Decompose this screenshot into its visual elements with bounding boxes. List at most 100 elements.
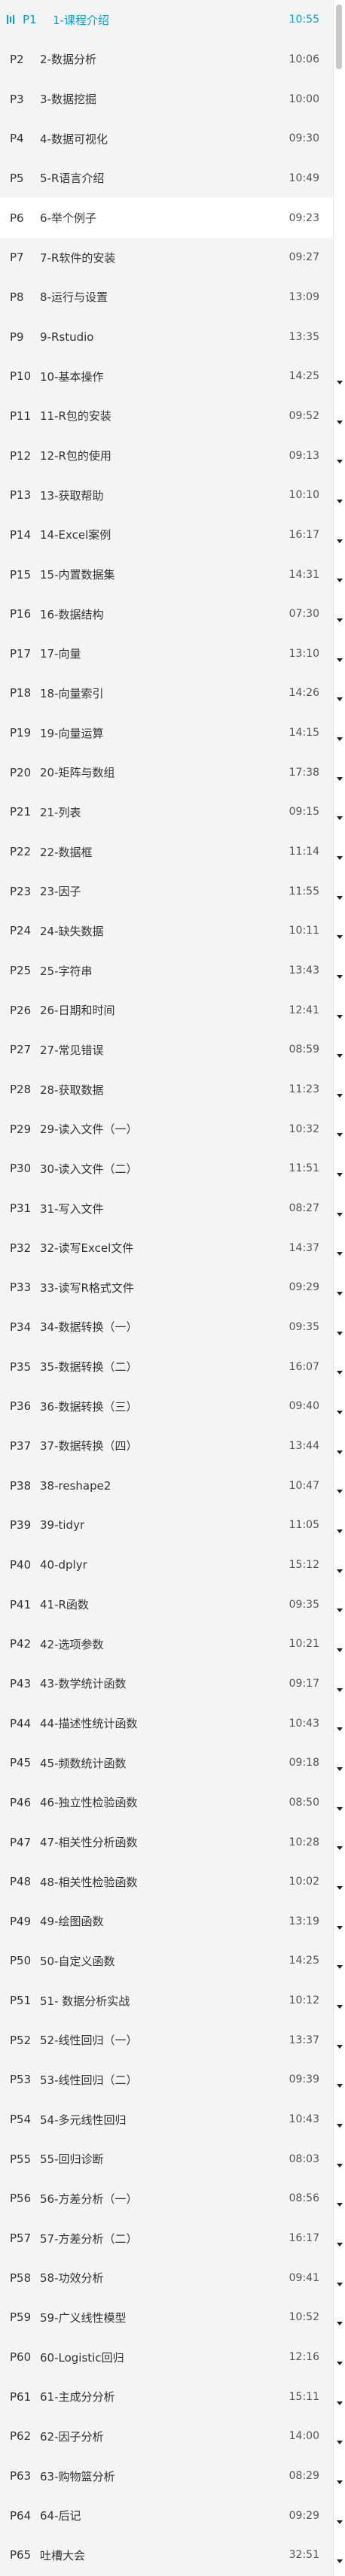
episode-item[interactable]: P6 6-举个例子 09:23: [0, 198, 333, 238]
episode-item[interactable]: P54 54-多元线性回归 10:43: [0, 2100, 333, 2140]
episode-title: 21-列表: [40, 805, 81, 819]
episode-item[interactable]: P58 58-功效分析 09:41: [0, 2258, 333, 2298]
episode-item[interactable]: P63 63-购物篮分析 08:29: [0, 2456, 333, 2496]
episode-item[interactable]: P39 39-tidyr 11:05: [0, 1505, 333, 1545]
episode-title: 34-数据转换（一）: [40, 1320, 138, 1335]
episode-number: P50: [10, 1954, 32, 1968]
episode-item[interactable]: P64 64-后记 09:29: [0, 2496, 333, 2535]
episode-item[interactable]: P49 49-绘图函数 13:19: [0, 1902, 333, 1942]
episode-item[interactable]: P34 34-数据转换（一） 09:35: [0, 1308, 333, 1347]
episode-number: P22: [10, 845, 32, 859]
scrollbar-track[interactable]: [333, 0, 345, 2576]
episode-item[interactable]: P35 35-数据转换（二） 16:07: [0, 1347, 333, 1387]
episode-item[interactable]: P37 37-数据转换（四） 13:44: [0, 1426, 333, 1466]
episode-item[interactable]: P15 15-内置数据集 14:31: [0, 554, 333, 594]
episode-item[interactable]: P5 5-R语言介绍 10:49: [0, 159, 333, 199]
episode-item[interactable]: P57 57-方差分析（二） 16:17: [0, 2219, 333, 2259]
episode-title: 16-数据结构: [40, 607, 104, 621]
episode-item[interactable]: P53 53-线性回归（二） 09:39: [0, 2060, 333, 2100]
episode-item[interactable]: P26 26-日期和时间 12:41: [0, 990, 333, 1030]
episode-number: P47: [10, 1835, 32, 1849]
episode-item[interactable]: P1 1-课程介绍 10:55: [0, 0, 333, 40]
episode-duration: 10:32: [289, 1122, 319, 1135]
episode-item[interactable]: P20 20-矩阵与数组 17:38: [0, 752, 333, 792]
episode-item[interactable]: P45 45-频数统计函数 09:18: [0, 1743, 333, 1783]
episode-item[interactable]: P47 47-相关性分析函数 10:28: [0, 1822, 333, 1862]
episode-item[interactable]: P46 46-独立性检验函数 08:50: [0, 1783, 333, 1823]
episode-item[interactable]: P23 23-因子 11:55: [0, 871, 333, 911]
episode-item[interactable]: P18 18-向量索引 14:26: [0, 673, 333, 713]
episode-item[interactable]: P40 40-dplyr 15:12: [0, 1545, 333, 1585]
episode-item[interactable]: P44 44-描述性统计函数 10:43: [0, 1703, 333, 1743]
episode-item[interactable]: P31 31-写入文件 08:27: [0, 1189, 333, 1229]
episode-number: P65: [10, 2548, 32, 2562]
episode-item[interactable]: P30 30-读入文件（二） 11:51: [0, 1149, 333, 1189]
episode-item[interactable]: P4 4-数据可视化 09:30: [0, 119, 333, 159]
caret-down-icon: [337, 1173, 343, 1177]
episode-item[interactable]: P11 11-R包的安装 09:52: [0, 396, 333, 436]
episode-item[interactable]: P22 22-数据框 11:14: [0, 832, 333, 872]
episode-number: P53: [10, 2073, 32, 2087]
episode-item[interactable]: P51 51- 数据分析实战 10:12: [0, 1981, 333, 2021]
caret-down-icon: [337, 2282, 343, 2286]
episode-duration: 10:11: [289, 925, 319, 937]
episode-item[interactable]: P12 12-R包的使用 09:13: [0, 436, 333, 475]
episode-item[interactable]: P61 61-主成分分析 15:11: [0, 2377, 333, 2417]
episode-item[interactable]: P43 43-数学统计函数 09:17: [0, 1664, 333, 1704]
episode-item[interactable]: P50 50-自定义函数 14:25: [0, 1941, 333, 1981]
episode-item[interactable]: P3 3-数据挖掘 10:00: [0, 79, 333, 119]
episode-item[interactable]: P65 吐槽大会 32:51: [0, 2535, 333, 2575]
episode-number: P60: [10, 2350, 32, 2365]
episode-item[interactable]: P38 38-reshape2 10:47: [0, 1466, 333, 1505]
episode-item[interactable]: P24 24-缺失数据 10:11: [0, 911, 333, 951]
episode-item[interactable]: P36 36-数据转换（三） 09:40: [0, 1387, 333, 1426]
episode-title: 43-数学统计函数: [40, 1677, 127, 1691]
episode-duration: 10:55: [289, 14, 319, 26]
episode-duration: 15:12: [289, 1558, 319, 1571]
episode-item[interactable]: P28 28-获取数据 11:23: [0, 1070, 333, 1110]
episode-duration: 09:35: [289, 1598, 319, 1611]
episode-number: P56: [10, 2192, 32, 2206]
episode-item[interactable]: P13 13-获取帮助 10:10: [0, 475, 333, 515]
episode-item[interactable]: P2 2-数据分析 10:06: [0, 40, 333, 80]
episode-item[interactable]: P32 32-读写Excel文件 14:37: [0, 1228, 333, 1268]
scrollbar-thumb[interactable]: [336, 5, 342, 69]
episode-title: 19-向量运算: [40, 726, 104, 740]
episode-item[interactable]: P62 62-因子分析 14:00: [0, 2417, 333, 2456]
episode-item[interactable]: P21 21-列表 09:15: [0, 792, 333, 832]
episode-item[interactable]: P59 59-广义线性模型 10:52: [0, 2298, 333, 2338]
episode-item[interactable]: P14 14-Excel案例 16:17: [0, 515, 333, 555]
episode-item[interactable]: P60 60-Logistic回归 12:16: [0, 2338, 333, 2377]
episode-item[interactable]: P17 17-向量 13:10: [0, 634, 333, 674]
episode-item[interactable]: P25 25-字符串 13:43: [0, 951, 333, 991]
episode-item[interactable]: P48 48-相关性检验函数 10:02: [0, 1862, 333, 1902]
caret-down-icon: [337, 2005, 343, 2009]
episode-item[interactable]: P9 9-Rstudio 13:35: [0, 317, 333, 357]
episode-item[interactable]: P33 33-读写R格式文件 09:29: [0, 1268, 333, 1308]
episode-title: 4-数据可视化: [40, 132, 108, 146]
episode-number: P31: [10, 1201, 32, 1216]
caret-down-icon: [337, 2441, 343, 2445]
caret-down-icon: [337, 1530, 343, 1534]
episode-title: 61-主成分分析: [40, 2390, 115, 2404]
episode-item[interactable]: P10 10-基本操作 14:25: [0, 357, 333, 396]
episode-item[interactable]: P29 29-读入文件（一） 10:32: [0, 1109, 333, 1149]
episode-title: 6-举个例子: [40, 211, 96, 226]
caret-down-icon: [337, 1292, 343, 1296]
episode-item[interactable]: P55 55-回归诊断 08:03: [0, 2139, 333, 2179]
episode-item[interactable]: P19 19-向量运算 14:15: [0, 713, 333, 753]
episode-item[interactable]: P16 16-数据结构 07:30: [0, 594, 333, 634]
episode-duration: 16:17: [289, 528, 319, 541]
caret-down-icon: [337, 1212, 343, 1217]
episode-item[interactable]: P52 52-线性回归（一） 13:37: [0, 2020, 333, 2060]
episode-item[interactable]: P41 41-R函数 09:35: [0, 1584, 333, 1624]
episode-duration: 09:27: [289, 251, 319, 264]
episode-item[interactable]: P8 8-运行与设置 13:09: [0, 278, 333, 317]
episode-item[interactable]: P27 27-常见错误 08:59: [0, 1030, 333, 1070]
episode-item[interactable]: P7 7-R软件的安装 09:27: [0, 238, 333, 278]
episode-title: 40-dplyr: [40, 1557, 87, 1572]
episode-number: P49: [10, 1914, 32, 1928]
episode-number: P10: [10, 369, 32, 384]
episode-item[interactable]: P42 42-选项参数 10:21: [0, 1624, 333, 1664]
episode-item[interactable]: P56 56-方差分析（一） 08:56: [0, 2179, 333, 2219]
